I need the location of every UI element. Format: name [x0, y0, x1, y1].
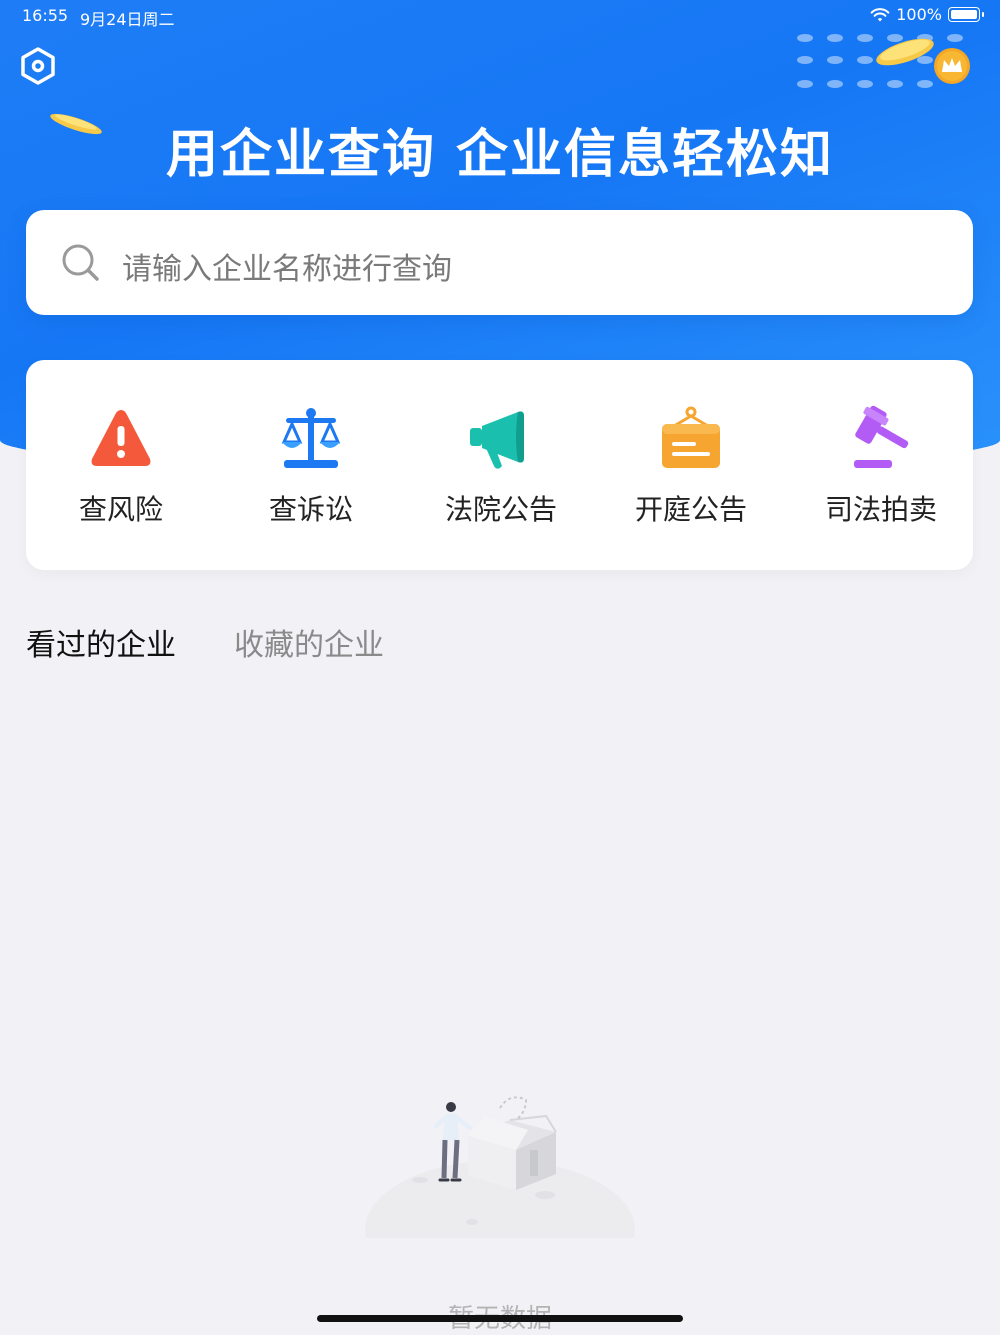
status-right: 100%: [870, 5, 984, 24]
settings-hexagon-icon: [21, 47, 55, 85]
battery-percent: 100%: [896, 5, 942, 24]
tab-favorite-companies[interactable]: 收藏的企业: [234, 620, 384, 664]
quick-action-label: 查风险: [78, 493, 163, 526]
tab-viewed-companies[interactable]: 看过的企业: [26, 620, 176, 664]
settings-button[interactable]: [16, 44, 60, 88]
vip-button[interactable]: [932, 46, 972, 86]
wifi-icon: [870, 7, 890, 21]
crown-icon: [934, 48, 970, 84]
gavel-icon: [854, 405, 909, 468]
quick-action-risk[interactable]: 查风险: [26, 360, 216, 570]
coin-decoration-icon: [876, 38, 934, 66]
quick-action-label: 司法拍卖: [824, 493, 937, 526]
scale-icon: [281, 408, 341, 468]
quick-action-court-notice[interactable]: 法院公告: [406, 360, 596, 570]
quick-action-label: 法院公告: [444, 493, 557, 526]
quick-action-hearing-notice[interactable]: 开庭公告: [596, 360, 786, 570]
megaphone-icon: [470, 411, 524, 469]
status-time: 16:55: [22, 6, 69, 25]
quick-action-judicial-auction[interactable]: 司法拍卖: [786, 360, 976, 570]
quick-action-label: 查诉讼: [268, 493, 353, 526]
search-icon: [62, 244, 99, 281]
warning-triangle-icon: [91, 410, 151, 466]
home-indicator: [317, 1315, 683, 1322]
hero-title: 用企业查询 企业信息轻松知: [165, 125, 835, 185]
notice-board-icon: [662, 406, 720, 468]
empty-state-illustration: [360, 1096, 640, 1250]
status-date: 9月24日周二: [80, 10, 175, 29]
battery-icon: [948, 7, 984, 22]
quick-action-litigation[interactable]: 查诉讼: [216, 360, 406, 570]
status-bar: 16:55 9月24日周二 100%: [0, 0, 1000, 32]
quick-actions-card: 查风险 查诉讼 法院公告 开庭公告 司法拍卖: [26, 360, 973, 570]
quick-action-label: 开庭公告: [634, 493, 747, 526]
search-placeholder: 请输入企业名称进行查询: [122, 252, 452, 287]
